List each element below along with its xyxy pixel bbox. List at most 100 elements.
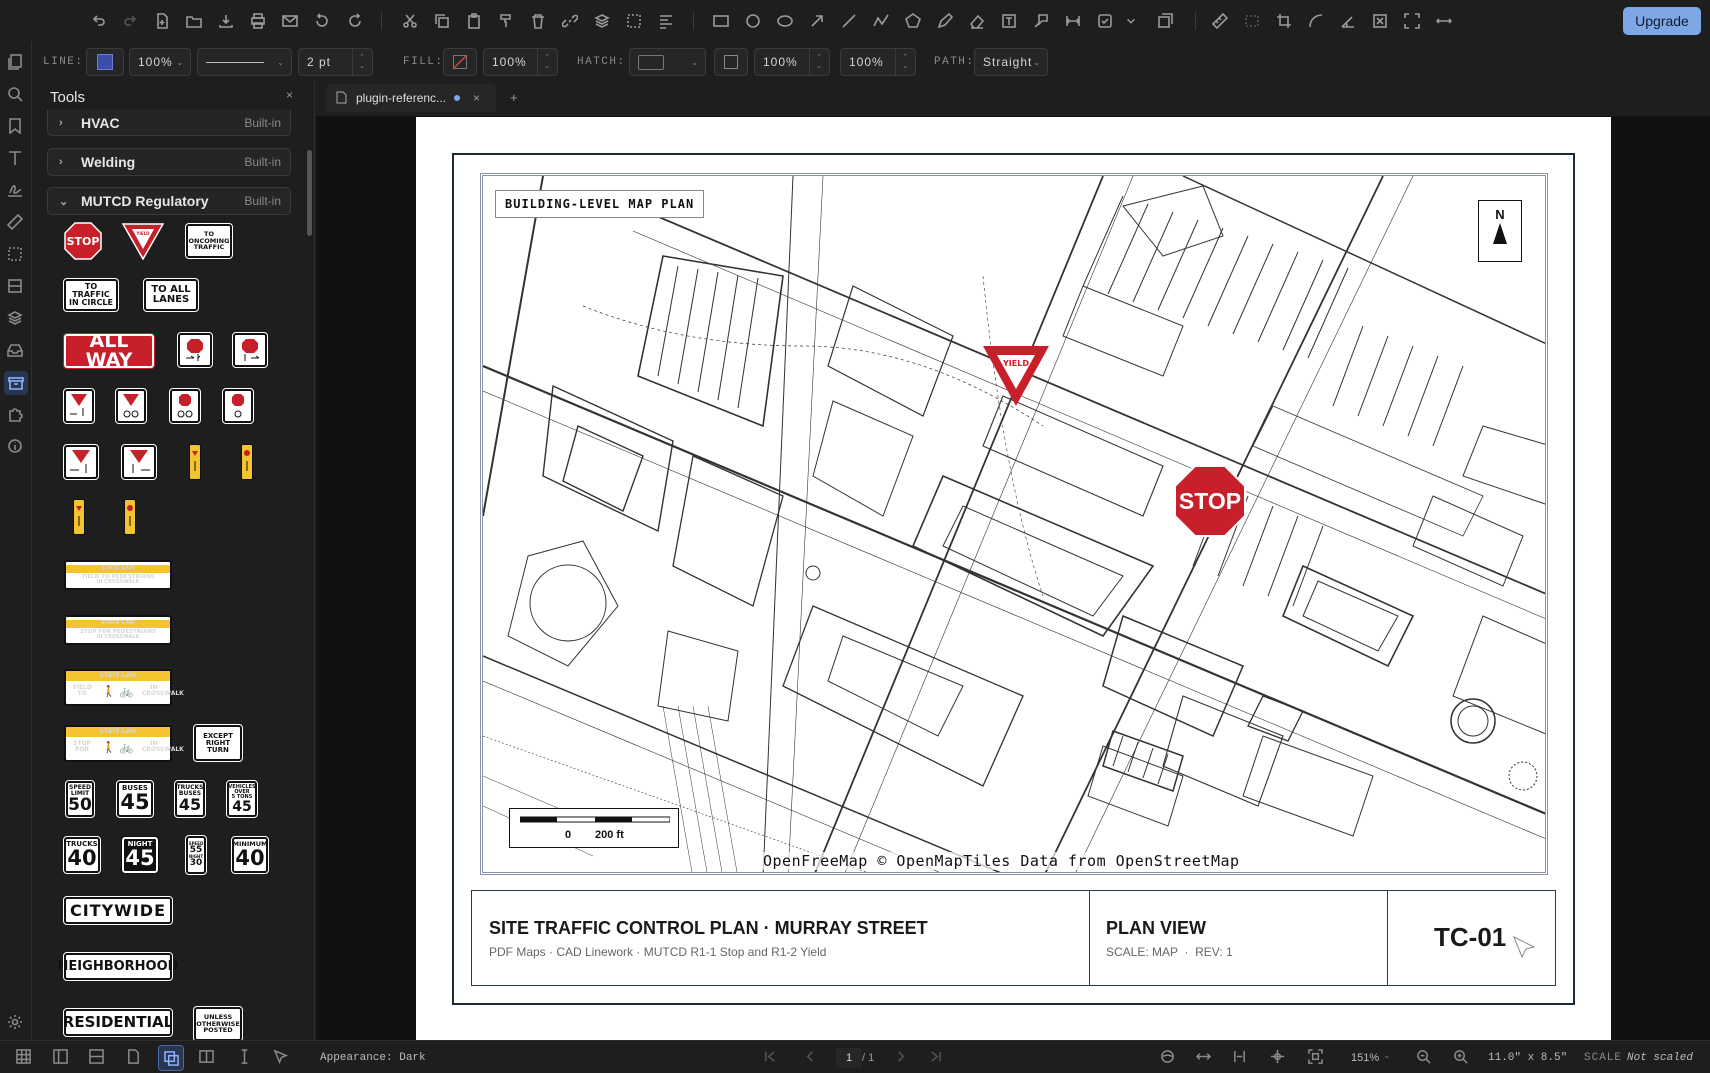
citywide-sign-tool[interactable]: CITYWIDE — [63, 896, 173, 925]
hatch-select[interactable]: ⌄ — [629, 48, 706, 76]
unless-otherwise-posted-sign-tool[interactable]: UNLESS OTHERWISE POSTED — [193, 1006, 243, 1040]
rotate-right-icon[interactable] — [345, 11, 365, 31]
zoom-level[interactable]: 151% — [1351, 1052, 1379, 1064]
layers-rail-icon[interactable] — [7, 310, 25, 328]
trucks-buses-45-sign-tool[interactable]: TRUCKS BUSES 45 — [174, 780, 206, 818]
text-icon[interactable] — [7, 150, 25, 168]
selection-icon[interactable] — [7, 246, 25, 264]
email-icon[interactable] — [280, 11, 300, 31]
plugin-icon[interactable] — [7, 406, 25, 424]
stop-here-for-peds-sign-tool[interactable] — [177, 332, 213, 368]
yield-sign-tool[interactable]: YIELD — [122, 222, 164, 260]
pointer-tool-icon[interactable] — [273, 1049, 291, 1067]
vehicles-over-5-tons-45-sign-tool[interactable]: VEHICLES OVER 5 TONS 45 — [226, 780, 258, 818]
single-page-icon[interactable] — [126, 1049, 144, 1067]
search-icon[interactable] — [7, 86, 25, 104]
callout-icon[interactable] — [1031, 11, 1051, 31]
new-tab-button[interactable]: + — [510, 90, 518, 105]
line-width-stepper[interactable]: 2 pt ⌃ ⌄ — [298, 48, 373, 76]
category-welding[interactable]: › Welding Built-in — [47, 148, 291, 176]
appearance-status[interactable]: Appearance: Dark — [320, 1052, 426, 1064]
polyline-icon[interactable] — [871, 11, 891, 31]
neighborhood-sign-tool[interactable]: NEIGHBORHOOD — [58, 952, 178, 981]
in-street-yield-state-law-sign-tool[interactable] — [73, 499, 85, 535]
in-street-yield-sign-tool[interactable] — [189, 444, 201, 480]
close-panel-button[interactable]: × — [286, 88, 293, 102]
speed-limit-50-sign-tool[interactable]: SPEED LIMIT 50 — [65, 780, 95, 818]
crop-icon[interactable] — [1274, 11, 1294, 31]
distance-icon[interactable] — [1434, 11, 1454, 31]
two-page-icon[interactable] — [199, 1049, 217, 1067]
line-icon[interactable] — [839, 11, 859, 31]
delete-icon[interactable] — [528, 11, 548, 31]
stamp-icon[interactable] — [1155, 11, 1175, 31]
fill-opacity-stepper[interactable]: 100% ⌃ ⌄ — [483, 48, 558, 76]
tab-plugin-reference[interactable]: plugin-referenc... × — [326, 84, 496, 112]
paste-icon[interactable] — [464, 11, 484, 31]
copy-icon[interactable] — [432, 11, 452, 31]
overlay-view-icon[interactable] — [158, 1045, 184, 1071]
settings-icon[interactable] — [7, 1014, 25, 1032]
info-icon[interactable] — [7, 438, 25, 456]
opacity-a-stepper[interactable]: 100% ⌃ ⌄ — [754, 48, 830, 76]
last-page-icon[interactable] — [928, 1049, 946, 1067]
fill-color-swatch[interactable] — [443, 48, 477, 76]
rotate-left-icon[interactable] — [312, 11, 332, 31]
split-horizontal-icon[interactable] — [89, 1049, 107, 1067]
map-viewport[interactable]: BUILDING-LEVEL MAP PLAN N YIELD STOP 0 2… — [480, 173, 1548, 875]
new-file-icon[interactable] — [152, 11, 172, 31]
upgrade-button[interactable]: Upgrade — [1623, 7, 1701, 35]
measure-icon[interactable] — [1210, 11, 1230, 31]
page-number-input[interactable]: 1 — [836, 1048, 862, 1068]
yield-here-to-bikes-sign-tool[interactable] — [115, 388, 147, 424]
select-icon[interactable] — [624, 11, 644, 31]
zoom-in-icon[interactable] — [1453, 1049, 1471, 1067]
stop-here-for-bikes-sign-tool[interactable] — [222, 388, 254, 424]
undo-icon[interactable] — [89, 11, 109, 31]
yield-here-to-peds-right-sign-tool[interactable] — [121, 444, 157, 480]
align-icon[interactable] — [656, 11, 676, 31]
zoom-dropdown-icon[interactable]: ⌄ — [1383, 1050, 1391, 1061]
polygon-icon[interactable] — [903, 11, 923, 31]
fit-width-icon[interactable] — [1195, 1049, 1214, 1067]
pen-icon[interactable] — [935, 11, 955, 31]
to-all-lanes-sign-tool[interactable]: TO ALL LANES — [143, 278, 199, 312]
download-icon[interactable] — [216, 11, 236, 31]
panels-icon[interactable] — [7, 278, 25, 296]
category-hvac[interactable]: › HVAC Built-in — [47, 110, 291, 136]
link-icon[interactable] — [560, 11, 580, 31]
angle-icon[interactable] — [1338, 11, 1358, 31]
opacity-b-stepper[interactable]: 100% ⌃ ⌄ — [840, 48, 916, 76]
scale-value[interactable]: Not scaled — [1627, 1052, 1693, 1064]
text-cursor-icon[interactable] — [237, 1049, 255, 1067]
ellipse-icon[interactable] — [775, 11, 795, 31]
stepper-arrows[interactable]: ⌃ ⌄ — [352, 49, 372, 75]
dimension-icon[interactable] — [1063, 11, 1083, 31]
next-page-icon[interactable] — [893, 1049, 911, 1067]
checkbox-icon[interactable] — [1095, 11, 1115, 31]
ruler-icon[interactable] — [6, 213, 25, 232]
fit-height-icon[interactable] — [1232, 1049, 1250, 1067]
previous-page-icon[interactable] — [803, 1049, 821, 1067]
signature-icon[interactable] — [7, 182, 25, 200]
curve-icon[interactable] — [1306, 11, 1326, 31]
clear-icon[interactable] — [1370, 11, 1390, 31]
except-right-turn-sign-tool[interactable]: EXCEPT RIGHT TURN — [193, 724, 243, 762]
stop-here-to-bikes-sign-tool[interactable] — [169, 388, 201, 424]
stop-here-for-peds-right-sign-tool[interactable] — [232, 332, 268, 368]
map-stop-sign[interactable]: STOP — [1174, 465, 1246, 537]
text-box-icon[interactable] — [999, 11, 1019, 31]
circle-icon[interactable] — [743, 11, 763, 31]
fit-page-icon[interactable] — [1308, 1049, 1326, 1067]
stop-sign-tool[interactable]: STOP — [64, 222, 102, 260]
arrow-icon[interactable] — [807, 11, 827, 31]
speed-limit-night-sign-tool[interactable]: SPEED 55 NIGHT 30 — [185, 835, 207, 875]
yield-to-pedestrians-state-law-sign-tool[interactable]: STATE LAW YIELD TO PEDESTRIANS IN CROSSW… — [64, 560, 172, 590]
to-oncoming-traffic-sign-tool[interactable]: TO ONCOMING TRAFFIC — [185, 223, 233, 259]
in-street-stop-sign-tool[interactable] — [241, 444, 253, 480]
all-way-sign-tool[interactable]: ALL WAY — [63, 332, 155, 370]
cut-icon[interactable] — [400, 11, 420, 31]
panel-scrollbar[interactable] — [307, 150, 312, 236]
residential-sign-tool[interactable]: RESIDENTIAL — [63, 1008, 173, 1037]
tab-close-button[interactable]: × — [473, 91, 480, 105]
